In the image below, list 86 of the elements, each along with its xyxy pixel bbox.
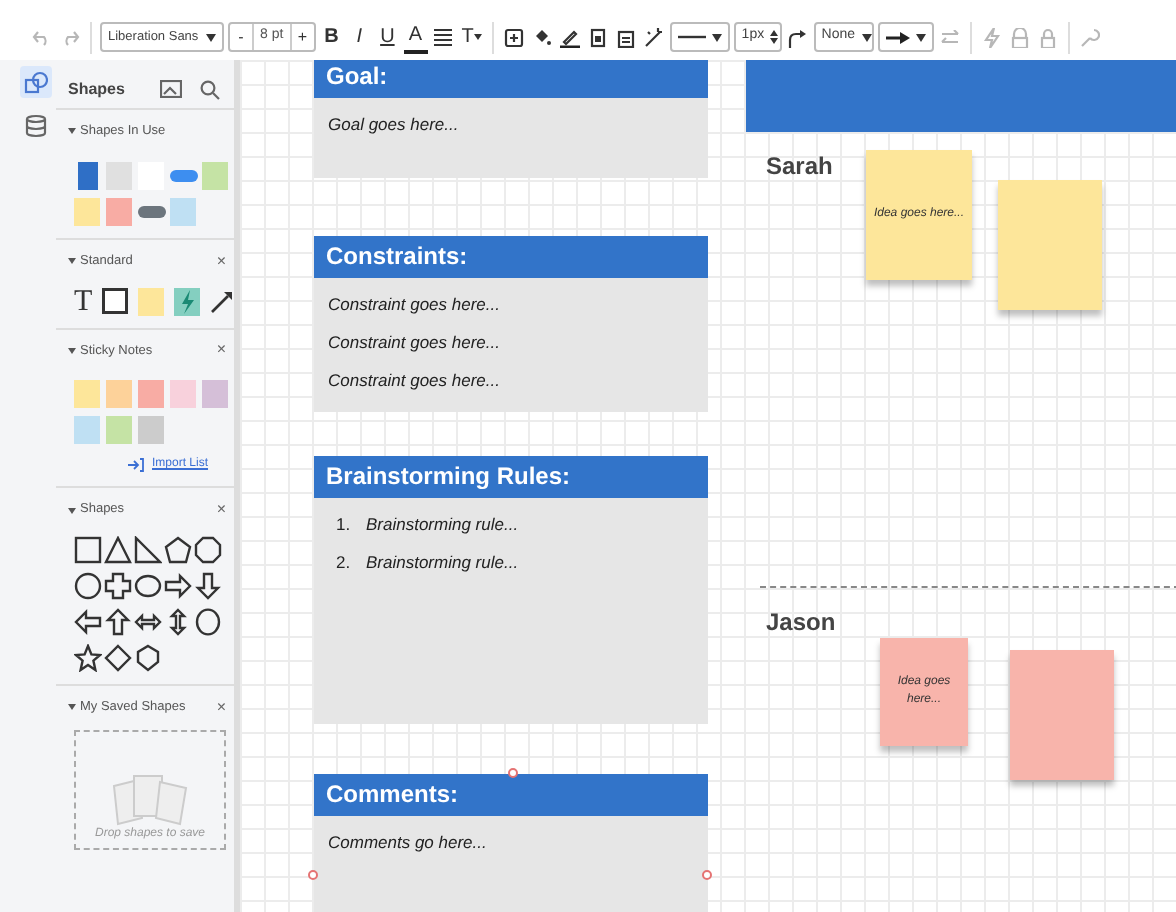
body-text: Constraint goes here... — [328, 329, 502, 355]
caret-icon — [68, 128, 76, 135]
circle-icon[interactable] — [74, 572, 102, 600]
body-text: Goal goes here... — [328, 112, 461, 138]
paint-bucket-icon — [531, 27, 552, 47]
font-color-button[interactable]: A — [403, 21, 428, 53]
close-button[interactable]: × — [216, 253, 226, 270]
search-icon — [200, 79, 220, 99]
position-icon — [503, 27, 524, 47]
triangle-icon[interactable] — [104, 536, 132, 564]
caret-icon — [68, 347, 76, 354]
align-icon — [434, 28, 453, 46]
panel-title: Shapes — [68, 77, 125, 101]
shapes-tab[interactable] — [20, 66, 52, 98]
right-triangle-icon[interactable] — [134, 536, 162, 564]
vertical-double-arrow-icon[interactable] — [164, 608, 192, 636]
data-tab[interactable] — [20, 110, 52, 142]
panel-header: Comments: — [314, 774, 708, 816]
import-icon — [128, 458, 144, 473]
arrow-icon — [885, 31, 910, 43]
cross-icon[interactable] — [104, 572, 132, 600]
line-tool-icon[interactable] — [210, 289, 235, 313]
bold-button[interactable]: B — [319, 21, 344, 53]
pictures-icon — [110, 773, 190, 826]
image-icon — [159, 80, 181, 98]
underline-button[interactable]: U — [375, 21, 400, 53]
selection-handle[interactable] — [702, 870, 712, 880]
body-text: Constraint goes here... — [328, 292, 502, 318]
lane-name: Sarah — [766, 150, 833, 184]
wand-icon — [643, 27, 664, 47]
lightning-icon[interactable] — [174, 287, 201, 315]
italic-button[interactable]: I — [347, 21, 372, 53]
body-text: Comments go here... — [328, 830, 489, 856]
list-item: Brainstorming rule... — [366, 512, 519, 538]
selection-handle[interactable] — [308, 870, 318, 880]
panel-header: Constraints: — [314, 236, 708, 278]
database-icon — [24, 114, 48, 138]
undo-icon — [32, 28, 52, 46]
connector-icon — [788, 27, 807, 47]
caret-icon — [711, 33, 722, 41]
arrow-end-select[interactable] — [877, 22, 934, 52]
line-style-select[interactable] — [669, 22, 730, 52]
list-item: Brainstorming rule... — [366, 549, 519, 575]
list-number: 2. — [336, 549, 353, 575]
left-arrow-icon[interactable] — [74, 608, 102, 636]
redo-icon — [60, 28, 80, 46]
double-arrow-icon[interactable] — [134, 608, 162, 636]
octagon-icon[interactable] — [194, 536, 222, 564]
text-tool[interactable]: T — [74, 287, 93, 315]
close-button[interactable]: × — [216, 699, 226, 716]
pencil-icon — [559, 27, 580, 47]
body-text: Constraint goes here... — [328, 367, 502, 393]
panel-header: Brainstorming Rules: — [314, 456, 708, 498]
close-button[interactable]: × — [216, 342, 226, 359]
caret-icon — [915, 33, 926, 41]
diamond-icon[interactable] — [104, 644, 132, 672]
up-arrow-icon[interactable] — [104, 608, 132, 636]
text-menu-button[interactable]: T — [459, 21, 484, 53]
square-icon[interactable] — [74, 536, 102, 564]
lane-name: Jason — [766, 606, 836, 640]
shapes-icon — [24, 70, 48, 94]
ellipse-icon[interactable] — [194, 608, 222, 636]
right-arrow-icon[interactable] — [164, 572, 192, 600]
caret-icon — [473, 34, 482, 40]
pentagon-icon[interactable] — [164, 536, 192, 564]
rectangle-shape[interactable] — [74, 161, 102, 190]
down-arrow-icon[interactable] — [194, 572, 222, 600]
caret-icon — [206, 33, 216, 41]
clipboard-icon — [615, 27, 636, 47]
padlock-icon — [1009, 27, 1030, 47]
spinner-icon — [770, 30, 779, 44]
star-icon[interactable] — [74, 644, 102, 672]
panel-header: Goal: — [314, 60, 708, 98]
selection-handle[interactable] — [508, 768, 518, 778]
padlock-icon — [1037, 27, 1058, 47]
line-icon — [677, 34, 706, 40]
caret-icon — [861, 33, 872, 41]
rectangle-icon[interactable] — [102, 288, 129, 314]
caret-icon — [68, 507, 76, 514]
caret-icon — [68, 258, 76, 265]
swap-icon — [939, 29, 960, 45]
page-icon — [587, 27, 608, 47]
bolt-icon — [981, 27, 1002, 47]
caret-icon — [68, 704, 76, 711]
close-button[interactable]: × — [216, 502, 226, 519]
list-number: 1. — [336, 512, 353, 538]
